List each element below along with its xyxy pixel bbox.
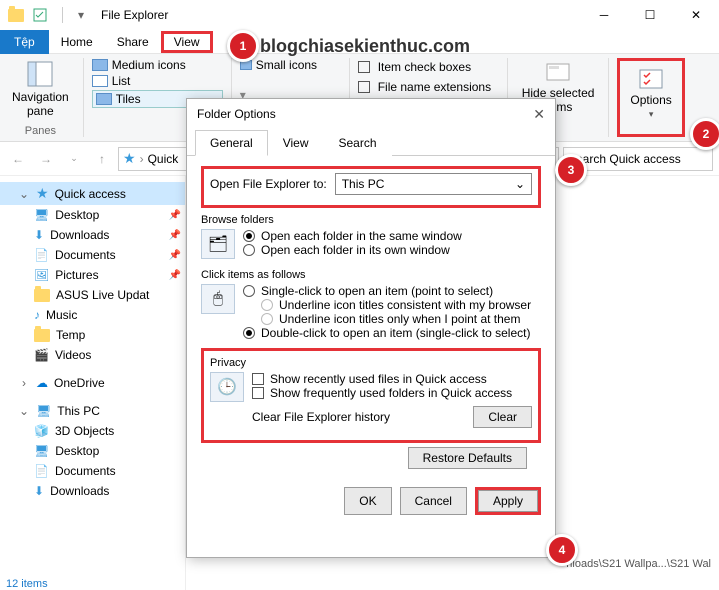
navigation-pane-icon <box>26 60 54 88</box>
share-tab[interactable]: Share <box>105 30 161 54</box>
qat-dropdown-icon[interactable]: ▾ <box>73 7 89 23</box>
radio-own-window[interactable]: Open each folder in its own window <box>243 243 541 257</box>
sidebar-3dobjects[interactable]: 🧊3D Objects <box>0 421 185 441</box>
sidebar-videos[interactable]: 🎬Videos <box>0 345 185 365</box>
apply-button[interactable]: Apply <box>478 490 538 512</box>
folder-options-dialog: Folder Options ✕ General View Search Ope… <box>186 98 556 558</box>
badge-2: 2 <box>690 118 719 150</box>
open-to-combo[interactable]: This PC⌄ <box>335 173 532 195</box>
sidebar-pictures[interactable]: 🖼Pictures📌 <box>0 265 185 285</box>
clear-history-label: Clear File Explorer history <box>252 410 390 424</box>
privacy-icon: 🕒 <box>210 372 244 402</box>
clear-button[interactable]: Clear <box>473 406 532 428</box>
restore-defaults-button[interactable]: Restore Defaults <box>408 447 527 469</box>
tab-search[interactable]: Search <box>324 130 392 156</box>
path-fragment: nloads\S21 Wallpa...\S21 Wal <box>566 558 711 570</box>
badge-1: 1 <box>227 30 259 62</box>
close-button[interactable]: ✕ <box>673 0 719 30</box>
dialog-close-button[interactable]: ✕ <box>533 106 545 123</box>
watermark-text: blogchiasekienthuc.com <box>260 36 470 57</box>
home-tab[interactable]: Home <box>49 30 105 54</box>
open-to-label: Open File Explorer to: <box>210 177 327 191</box>
sidebar-asus[interactable]: ASUS Live Updat <box>0 285 185 305</box>
quick-access-icon: ★ <box>123 150 136 167</box>
browse-icon: 🗂 <box>201 229 235 259</box>
maximize-button[interactable]: ☐ <box>627 0 673 30</box>
dialog-title: Folder Options <box>197 107 276 121</box>
folder-app-icon <box>8 7 24 23</box>
badge-4: 4 <box>546 534 578 566</box>
view-tab-highlight: View <box>161 31 213 53</box>
privacy-highlight: Privacy 🕒 Show recently used files in Qu… <box>201 348 541 443</box>
navigation-pane-button[interactable]: Navigation pane <box>6 58 75 120</box>
sidebar-downloads2[interactable]: ⬇Downloads <box>0 481 185 501</box>
sidebar-desktop2[interactable]: 🖥Desktop <box>0 441 185 461</box>
window-title: File Explorer <box>101 8 168 22</box>
click-items-title: Click items as follows <box>201 269 541 281</box>
medium-icons-option[interactable]: Medium icons <box>92 58 223 72</box>
titlebar: ▾ File Explorer ─ ☐ ✕ <box>0 0 719 30</box>
recent-dropdown[interactable]: ⌄ <box>62 147 86 171</box>
radio-underline-browser: Underline icon titles consistent with my… <box>243 298 541 312</box>
ok-button[interactable]: OK <box>344 487 391 515</box>
sidebar-thispc[interactable]: ⌄🖥This PC <box>0 401 185 421</box>
radio-single-click[interactable]: Single-click to open an item (point to s… <box>243 284 541 298</box>
item-checkboxes-option[interactable]: Item check boxes <box>358 58 499 76</box>
cb-show-frequent[interactable]: Show frequently used folders in Quick ac… <box>252 386 532 400</box>
up-button[interactable]: ↑ <box>90 147 114 171</box>
sidebar-documents[interactable]: 📄Documents📌 <box>0 245 185 265</box>
radio-underline-point: Underline icon titles only when I point … <box>243 312 541 326</box>
list-option[interactable]: List <box>92 74 223 88</box>
status-bar: 12 items <box>6 578 48 590</box>
apply-highlight: Apply <box>475 487 541 515</box>
tab-general[interactable]: General <box>195 130 268 156</box>
radio-same-window[interactable]: Open each folder in the same window <box>243 229 541 243</box>
click-icon: 🖱 <box>201 284 235 314</box>
hide-selected-icon <box>545 60 571 84</box>
badge-3: 3 <box>555 154 587 186</box>
radio-double-click[interactable]: Double-click to open an item (single-cli… <box>243 326 541 340</box>
chevron-down-icon: ⌄ <box>515 177 525 191</box>
tab-view[interactable]: View <box>268 130 324 156</box>
sidebar-desktop[interactable]: 🖥Desktop📌 <box>0 205 185 225</box>
breadcrumb[interactable]: Quick <box>148 152 179 166</box>
sidebar-onedrive[interactable]: ›☁OneDrive <box>0 373 185 393</box>
options-button[interactable]: Options ▾ <box>624 65 677 122</box>
forward-button[interactable]: → <box>34 147 58 171</box>
sidebar-downloads[interactable]: ⬇Downloads📌 <box>0 225 185 245</box>
sidebar-documents2[interactable]: 📄Documents <box>0 461 185 481</box>
cb-show-recent[interactable]: Show recently used files in Quick access <box>252 372 532 386</box>
privacy-title: Privacy <box>210 357 532 369</box>
file-tab[interactable]: Tệp <box>0 30 49 54</box>
open-to-highlight: Open File Explorer to: This PC⌄ <box>201 166 541 208</box>
sidebar-music[interactable]: ♪Music <box>0 305 185 325</box>
minimize-button[interactable]: ─ <box>581 0 627 30</box>
file-extensions-option[interactable]: File name extensions <box>358 78 499 96</box>
qat-properties-icon[interactable] <box>32 7 48 23</box>
back-button[interactable]: ← <box>6 147 30 171</box>
cancel-button[interactable]: Cancel <box>400 487 467 515</box>
sidebar: ⌄★Quick access 🖥Desktop📌 ⬇Downloads📌 📄Do… <box>0 176 186 590</box>
sidebar-temp[interactable]: Temp <box>0 325 185 345</box>
panes-group-label: Panes <box>6 125 75 137</box>
options-icon <box>638 67 664 91</box>
options-highlight: Options ▾ <box>617 58 684 137</box>
sidebar-quick-access[interactable]: ⌄★Quick access <box>0 182 185 205</box>
browse-folders-title: Browse folders <box>201 214 541 226</box>
small-icons-option[interactable]: Small icons <box>240 58 341 72</box>
view-tab[interactable]: View <box>174 35 200 49</box>
